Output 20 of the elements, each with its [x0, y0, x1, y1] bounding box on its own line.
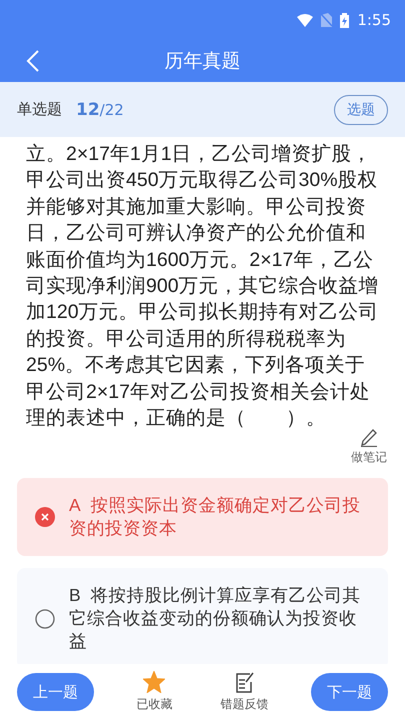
question-text: 立。2×17年1月1日，乙公司增资扩股，甲公司出资450万元取得乙公司30%股权并能够对其施加重大影响。甲公司投资日，乙公司可辨认净资产的公允价值和账面价值均为1600万元。2×17年，乙公司实现净利润900万元，其它综合收益增加120万元。甲公司拟长期持有对乙公司的投资。甲公司适用的所得税税率为25%。不考虑其它因素，下列各项关于甲公司2×17年对乙公司投资相关会计处理的表述中，正确的是（ ）。	[25, 142, 380, 432]
page-title: 历年真题	[164, 49, 240, 74]
favorite-button[interactable]: 已收藏	[130, 670, 178, 714]
radio-button[interactable]	[35, 608, 55, 629]
previous-button[interactable]: 上一题	[17, 673, 94, 711]
take-note-label[interactable]: 做笔记	[351, 449, 387, 466]
next-button[interactable]: 下一题	[310, 673, 388, 711]
question-type: 单选题	[17, 100, 62, 119]
status-time: 1:55	[357, 11, 391, 29]
report-error-button[interactable]: 错题反馈	[214, 670, 275, 714]
question-counter: 12/22	[76, 100, 124, 120]
edit-note-icon	[234, 671, 256, 693]
battery-charging-icon	[340, 12, 350, 28]
answer-option[interactable]: A 按照实际出资金额确定对乙公司投资的投资资本	[17, 478, 388, 556]
wifi-icon	[297, 14, 314, 26]
star-icon	[143, 671, 166, 693]
no-sim-icon	[321, 13, 332, 27]
pick-question-button[interactable]: 选题	[334, 94, 388, 124]
pencil-icon[interactable]	[359, 427, 379, 448]
answer-option[interactable]: B 将按持股比例计算应享有乙公司其它综合收益变动的份额确认为投资收益	[17, 568, 388, 664]
